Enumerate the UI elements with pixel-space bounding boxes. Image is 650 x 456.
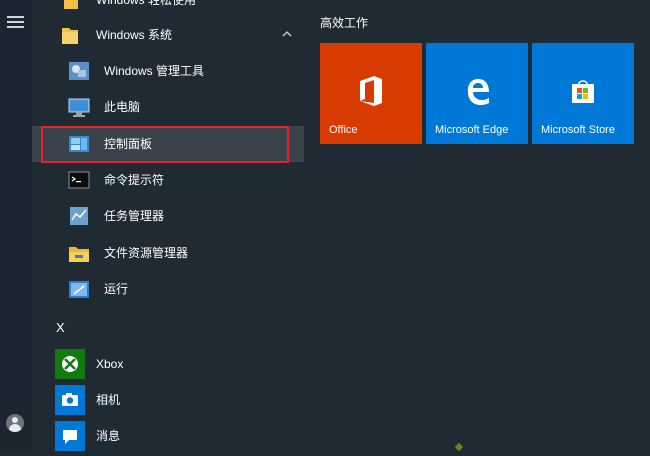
tile-label: Office: [329, 124, 358, 136]
list-item-command-prompt[interactable]: 命令提示符: [32, 162, 304, 198]
chevron-up-icon[interactable]: [282, 29, 292, 39]
folder-icon: [55, 20, 85, 50]
task-manager-icon: [64, 201, 94, 231]
list-item-label: Xbox: [96, 357, 124, 371]
start-rail: [0, 0, 32, 452]
camera-icon: [55, 385, 85, 415]
list-item-camera[interactable]: 相机: [32, 382, 304, 418]
list-item-label: 此电脑: [104, 100, 141, 114]
list-item-label: 相机: [96, 393, 121, 407]
section-letter-x[interactable]: X: [56, 320, 65, 335]
list-item-label: 任务管理器: [104, 209, 165, 223]
list-item-this-pc[interactable]: 此电脑: [32, 89, 304, 125]
list-item-task-manager[interactable]: 任务管理器: [32, 198, 304, 234]
list-item-label: 运行: [104, 282, 129, 296]
tile-office[interactable]: Office: [320, 43, 422, 144]
tile-group-title[interactable]: 高效工作: [320, 14, 368, 31]
tile-edge[interactable]: Microsoft Edge: [426, 43, 528, 144]
file-explorer-icon: [64, 238, 94, 268]
list-item-partial[interactable]: Windows 轻松使用: [32, 0, 304, 18]
messaging-icon: [55, 421, 85, 451]
admin-tools-icon: [64, 56, 94, 86]
user-avatar-icon[interactable]: [6, 414, 24, 432]
tile-label: Microsoft Store: [541, 124, 615, 136]
tile-store[interactable]: Microsoft Store: [532, 43, 634, 144]
folder-label: Windows 系统: [96, 28, 173, 42]
folder-windows-system[interactable]: Windows 系统: [32, 17, 304, 53]
xbox-icon: [55, 349, 85, 379]
list-item-xbox[interactable]: Xbox: [32, 346, 304, 382]
run-icon: [64, 274, 94, 304]
command-prompt-icon: [64, 165, 94, 195]
app-list: Windows 轻松使用 Windows 系统 Windows 管理工具 此电脑…: [32, 0, 304, 452]
office-icon: [360, 76, 382, 106]
folder-icon: [55, 0, 85, 15]
list-item-label: Windows 管理工具: [104, 64, 205, 78]
list-item-label: 消息: [96, 429, 121, 443]
list-item-label: 控制面板: [104, 137, 153, 151]
control-panel-icon: [64, 129, 94, 159]
decorative-marker: [454, 442, 464, 452]
list-item-run[interactable]: 运行: [32, 271, 304, 307]
tile-label: Microsoft Edge: [435, 124, 509, 136]
list-item-label: 文件资源管理器: [104, 246, 189, 260]
this-pc-icon: [64, 92, 94, 122]
edge-icon: [467, 79, 489, 105]
list-item-label: 命令提示符: [104, 173, 165, 187]
store-icon: [572, 80, 594, 103]
list-item-control-panel[interactable]: 控制面板: [32, 126, 304, 162]
list-item-label: Windows 轻松使用: [96, 0, 197, 7]
list-item-admin-tools[interactable]: Windows 管理工具: [32, 53, 304, 89]
hamburger-menu-icon[interactable]: [7, 16, 24, 28]
list-item-file-explorer[interactable]: 文件资源管理器: [32, 235, 304, 271]
list-item-messaging[interactable]: 消息: [32, 418, 304, 454]
